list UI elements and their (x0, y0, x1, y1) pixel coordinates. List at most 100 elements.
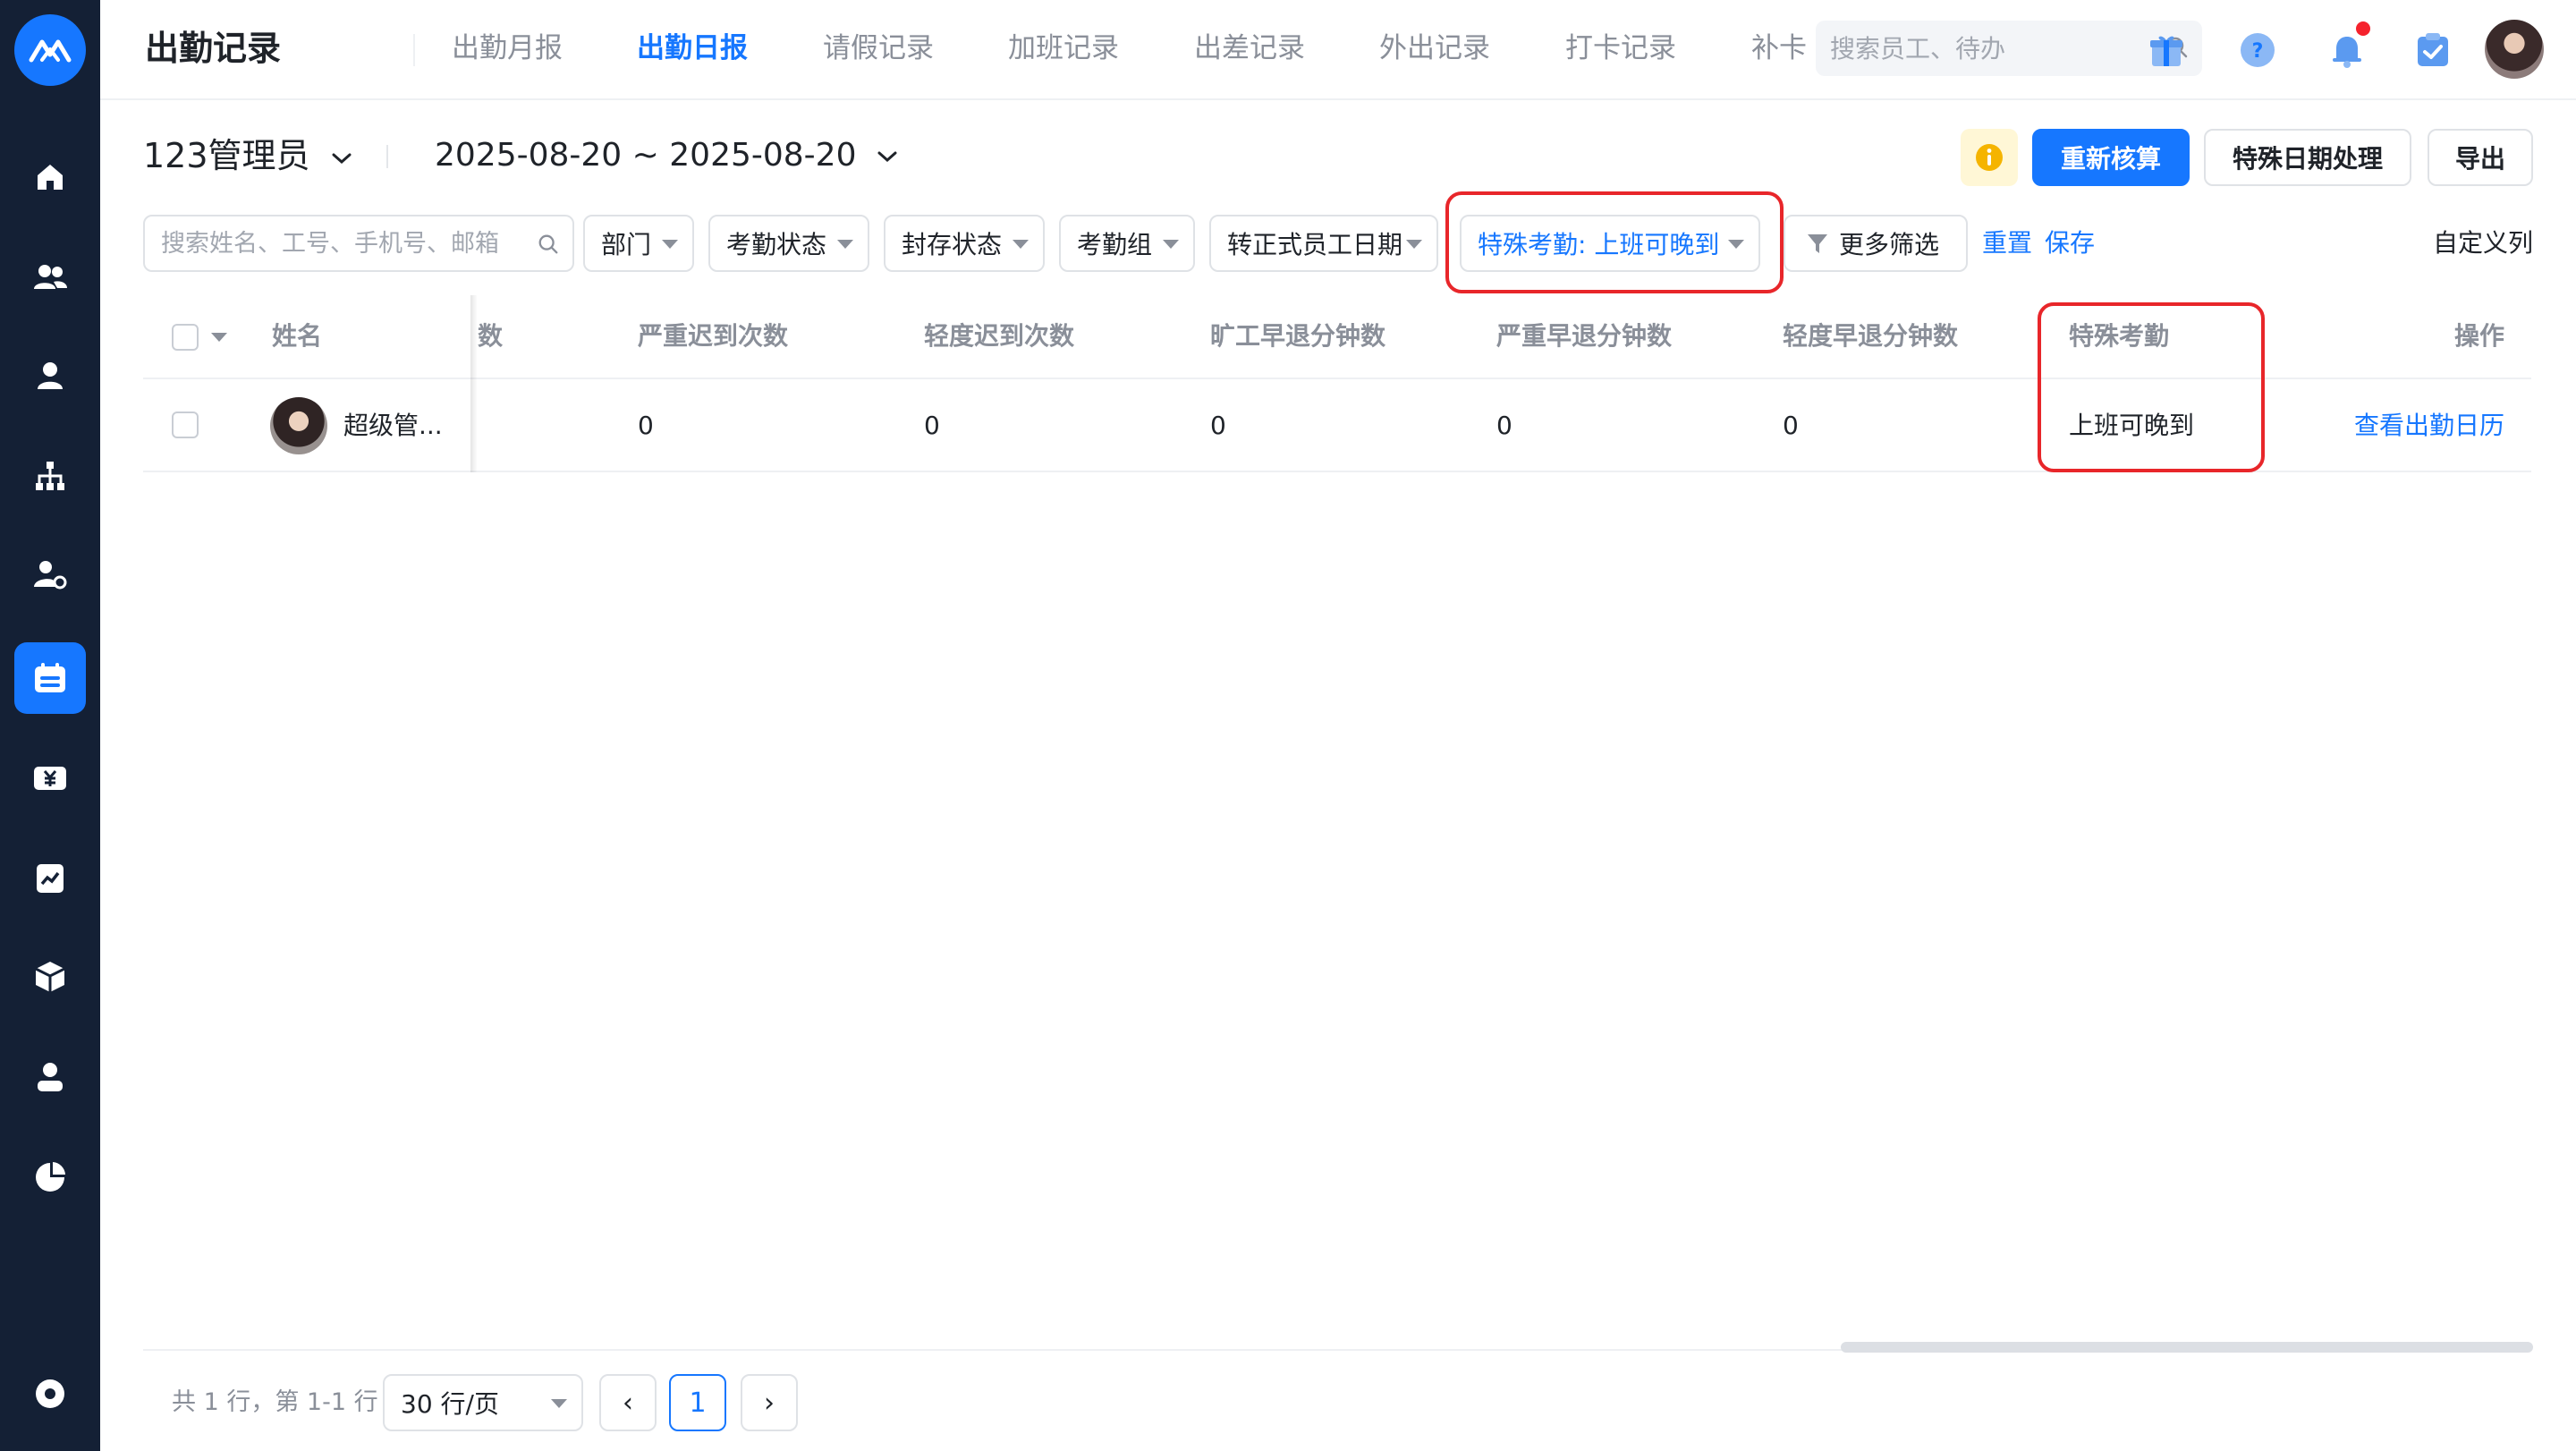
attendance-status-filter-label: 考勤状态 (726, 230, 827, 259)
admin-selector-label: 123管理员 (143, 136, 310, 175)
user-avatar[interactable] (2485, 20, 2544, 79)
tab-leave-records[interactable]: 请假记录 (823, 27, 934, 70)
column-header-absent-early-minutes[interactable]: 旷工早退分钟数 (1210, 318, 1385, 354)
view-attendance-calendar-link[interactable]: 查看出勤日历 (2354, 408, 2504, 444)
sidebar-item-report[interactable] (14, 843, 86, 914)
caret-down-icon (1728, 240, 1744, 249)
help-button[interactable]: ? (2233, 25, 2283, 75)
logo-mark-icon (29, 39, 72, 63)
department-filter[interactable]: 部门 (583, 215, 694, 272)
tab-overtime-records[interactable]: 加班记录 (1008, 27, 1119, 70)
special-attendance-filter[interactable]: 特殊考勤: 上班可晚到 (1460, 215, 1760, 272)
settings-icon (36, 1379, 64, 1408)
save-link[interactable]: 保存 (2045, 225, 2095, 261)
sidebar-item-team[interactable] (14, 242, 86, 313)
tab-outing-records[interactable]: 外出记录 (1379, 27, 1490, 70)
caret-down-icon (551, 1399, 567, 1408)
recalculate-button[interactable]: 重新核算 (2032, 129, 2190, 186)
sidebar-item-payroll[interactable] (14, 742, 86, 814)
column-header-severe-early-minutes[interactable]: 严重早退分钟数 (1496, 318, 1672, 354)
custom-columns-link[interactable]: 自定义列 (2433, 225, 2533, 261)
employee-search-input[interactable] (159, 216, 526, 270)
sidebar-item-employee[interactable] (14, 340, 86, 412)
column-header-severe-late[interactable]: 严重迟到次数 (638, 318, 788, 354)
date-range-picker[interactable]: 2025-08-20 ~ 2025-08-20 (435, 132, 899, 179)
person-icon (38, 362, 63, 389)
tab-monthly-report[interactable]: 出勤月报 (452, 27, 563, 70)
calendar-icon (35, 663, 65, 692)
sidebar-item-home[interactable] (14, 141, 86, 213)
notification-dot (2356, 21, 2370, 36)
page-size-select[interactable]: 30 行/页 (383, 1374, 583, 1431)
column-header-mild-early-minutes[interactable]: 轻度早退分钟数 (1783, 318, 1958, 354)
caret-down-icon (1406, 240, 1422, 249)
employee-name[interactable]: 超级管... (343, 408, 443, 444)
employee-search (143, 215, 574, 272)
cell-severe-early-minutes: 0 (1496, 411, 1513, 440)
export-button[interactable]: 导出 (2428, 129, 2533, 186)
caret-down-icon (1163, 240, 1179, 249)
tab-business-trip-records[interactable]: 出差记录 (1194, 27, 1305, 70)
pagination-info: 共 1 行，第 1-1 行 (172, 1388, 378, 1416)
tab-clock-in-records[interactable]: 打卡记录 (1565, 27, 1676, 70)
archive-status-filter[interactable]: 封存状态 (884, 215, 1045, 272)
prev-page-button[interactable]: ‹ (599, 1374, 657, 1431)
attendance-group-filter[interactable]: 考勤组 (1059, 215, 1195, 272)
notifications-button[interactable] (2322, 21, 2372, 75)
sidebar-item-profile[interactable] (14, 1041, 86, 1113)
profile-icon (38, 1063, 63, 1091)
cell-mild-late: 0 (924, 411, 940, 440)
sidebar-item-organization[interactable] (14, 440, 86, 512)
column-header-partial[interactable]: 次数 (478, 318, 503, 354)
home-icon (38, 165, 63, 190)
help-icon: ? (2241, 33, 2275, 67)
special-date-button[interactable]: 特殊日期处理 (2204, 129, 2411, 186)
gift-button[interactable] (2141, 25, 2191, 75)
caret-down-icon (837, 240, 853, 249)
select-all-checkbox[interactable] (172, 324, 199, 351)
page-1-button[interactable]: 1 (669, 1374, 726, 1431)
next-page-button[interactable]: › (741, 1374, 798, 1431)
column-header-special-attendance[interactable]: 特殊考勤 (2069, 318, 2169, 354)
top-header: 出勤记录 出勤月报 出勤日报 请假记录 加班记录 出差记录 外出记录 打卡记录 … (100, 0, 2576, 100)
org-chart-icon (36, 462, 64, 490)
tab-daily-report[interactable]: 出勤日报 (637, 27, 748, 70)
app-logo[interactable] (14, 14, 86, 86)
department-filter-label: 部门 (601, 230, 652, 259)
payroll-icon (34, 767, 66, 790)
more-filters-button[interactable]: 更多筛选 (1784, 215, 1968, 272)
report-icon (37, 864, 64, 893)
info-icon (1976, 144, 2003, 171)
chevron-down-icon (877, 151, 897, 163)
sidebar-item-assets[interactable] (14, 941, 86, 1013)
column-header-name[interactable]: 姓名 (272, 318, 322, 354)
attendance-status-filter[interactable]: 考勤状态 (708, 215, 869, 272)
table-row: 超级管... 0 0 0 0 0 上班可晚到 查看出勤日历 (143, 379, 2531, 472)
filter-icon (1808, 234, 1827, 253)
info-button[interactable] (1961, 129, 2018, 186)
more-filters-label: 更多筛选 (1839, 230, 1940, 259)
caret-down-icon[interactable] (211, 333, 227, 342)
regular-date-filter[interactable]: 转正式员工日期 (1209, 215, 1438, 272)
column-header-mild-late[interactable]: 轻度迟到次数 (924, 318, 1074, 354)
sidebar-item-settings[interactable] (14, 1358, 86, 1430)
sidebar-item-user-settings[interactable] (14, 539, 86, 610)
tab-card-correction[interactable]: 补卡 (1751, 27, 1807, 70)
sidebar-item-attendance[interactable] (14, 642, 86, 714)
user-settings-icon (34, 561, 67, 590)
global-search-input[interactable] (1828, 21, 2150, 76)
admin-selector[interactable]: 123管理员 (143, 132, 353, 179)
cell-severe-late: 0 (638, 411, 654, 440)
sidebar-item-analytics[interactable] (14, 1141, 86, 1213)
search-icon[interactable] (537, 233, 560, 256)
row-checkbox[interactable] (172, 412, 199, 438)
horizontal-scrollbar[interactable] (1841, 1342, 2533, 1353)
reset-link[interactable]: 重置 (1982, 225, 2032, 261)
table-header: 姓名 次数 严重迟到次数 轻度迟到次数 旷工早退分钟数 严重早退分钟数 轻度早退… (143, 295, 2531, 379)
attendance-group-filter-label: 考勤组 (1077, 230, 1153, 259)
page-size-value: 30 行/页 (401, 1389, 499, 1419)
team-icon (34, 265, 67, 289)
svg-text:?: ? (2252, 40, 2264, 63)
cell-special-attendance: 上班可晚到 (2069, 411, 2195, 440)
todo-button[interactable] (2408, 25, 2458, 75)
